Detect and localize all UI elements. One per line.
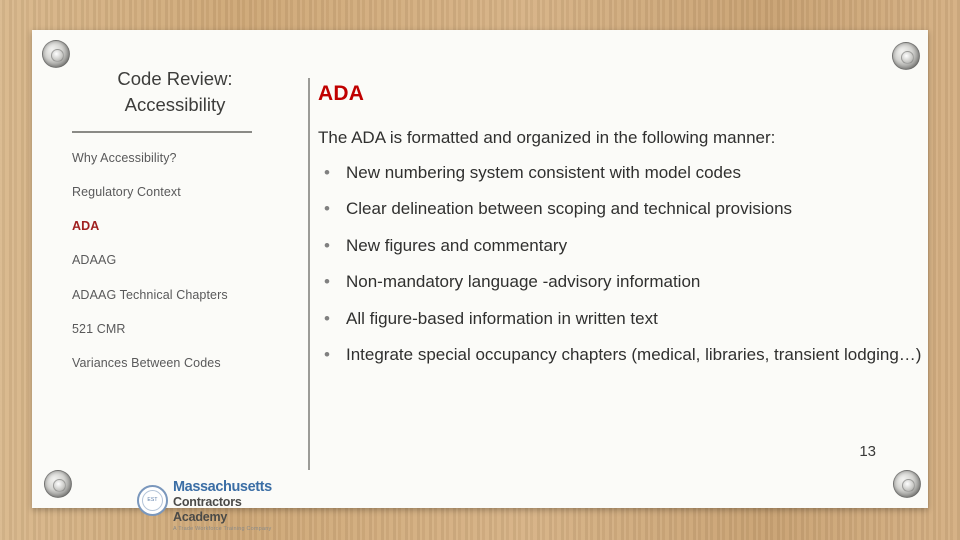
screw-bottom-right-icon [893,470,921,498]
content-heading: ADA [318,82,365,105]
main-content: ADA The ADA is formatted and organized i… [318,82,928,381]
list-item: • Non-mandatory language -advisory inform… [318,271,928,293]
sidebar: Code Review: Accessibility Why Accessibi… [72,66,278,388]
bullet-dot-icon: • [324,272,330,292]
bullet-dot-icon: • [324,308,330,328]
logo-line-contractors-academy: Contractors Academy [173,495,242,524]
bullet-list: • New numbering system consistent with mo… [318,162,928,367]
bullet-dot-icon: • [324,345,330,365]
list-item-text: All figure-based information in written … [346,308,658,328]
logo-seal-icon: EST [137,485,168,516]
sidebar-item-adaag[interactable]: ADAAG [72,251,278,269]
vertical-divider [308,78,310,470]
list-item: • New numbering system consistent with mo… [318,162,928,184]
sidebar-item-why-accessibility[interactable]: Why Accessibility? [72,149,278,167]
slide-frame: Code Review: Accessibility Why Accessibi… [0,0,960,540]
slide-board: Code Review: Accessibility Why Accessibi… [32,30,928,532]
content-intro-text: The ADA is formatted and organized in th… [318,128,776,147]
bullet-dot-icon: • [324,235,330,255]
list-item: • All figure-based information in written… [318,308,928,330]
list-item-text: New figures and commentary [346,235,568,255]
screw-bottom-left-icon [44,470,72,498]
screw-top-right-icon [892,42,920,70]
sidebar-item-variances-between-codes[interactable]: Variances Between Codes [72,354,278,372]
list-item: • Clear delineation between scoping and t… [318,198,928,220]
sidebar-nav: Why Accessibility? Regulatory Context AD… [72,149,278,372]
bullet-dot-icon: • [324,163,330,182]
sidebar-title: Code Review: Accessibility [117,68,233,115]
sidebar-item-regulatory-context[interactable]: Regulatory Context [72,183,278,201]
logo-tagline: A Trade Workforce Training Company [173,525,272,532]
list-item: • New figures and commentary [318,235,928,257]
page-number: 13 [859,443,876,460]
list-item-text: Non-mandatory language -advisory informa… [346,272,701,292]
list-item-text: New numbering system consistent with mod… [346,163,741,182]
sidebar-item-ada[interactable]: ADA [72,217,278,235]
list-item-text: Integrate special occupancy chapters (me… [346,345,922,365]
sidebar-divider-rule [72,131,252,134]
organization-logo: EST Massachusetts Contractors Academy A … [137,479,277,532]
list-item-text: Clear delineation between scoping and te… [346,199,793,219]
logo-line-massachusetts: Massachusetts [173,479,272,495]
logo-seal-text: EST [147,497,158,503]
sidebar-item-521-cmr[interactable]: 521 CMR [72,320,278,338]
list-item: • Integrate special occupancy chapters (m… [318,344,928,366]
screw-top-left-icon [42,40,70,68]
logo-text: Massachusetts Contractors Academy A Trad… [173,479,277,532]
sidebar-item-adaag-technical-chapters[interactable]: ADAAG Technical Chapters [72,286,278,304]
bullet-dot-icon: • [324,199,330,219]
